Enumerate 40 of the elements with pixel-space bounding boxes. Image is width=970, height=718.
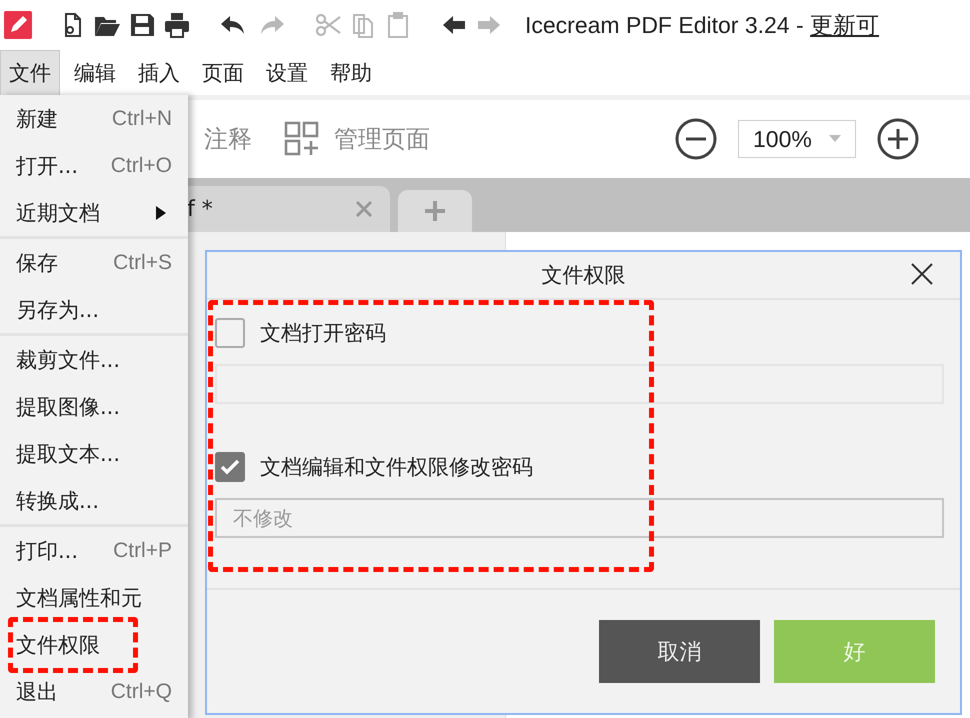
grid-plus-icon [284, 121, 320, 157]
cancel-button[interactable]: 取消 [599, 620, 760, 683]
menu-item[interactable]: 裁剪文件... [0, 336, 188, 383]
menu-item[interactable]: 提取文本... [0, 430, 188, 477]
manage-pages-tab[interactable]: 管理页面 [334, 123, 430, 155]
checkbox-label: 文档编辑和文件权限修改密码 [260, 454, 533, 481]
checkbox[interactable] [215, 318, 245, 348]
print-icon[interactable] [163, 11, 191, 39]
menu-item[interactable]: 转换成... [0, 477, 188, 524]
menu-item[interactable]: 打印... Ctrl+P [0, 527, 188, 574]
caret-icon [829, 135, 841, 143]
menu-item[interactable]: 插入 [130, 50, 188, 94]
menu-item[interactable]: 新建 Ctrl+N [0, 95, 188, 142]
zoom-dropdown[interactable]: 100% [738, 120, 856, 158]
menu-item[interactable]: 提取图像... [0, 383, 188, 430]
menu-item[interactable]: 打开... Ctrl+O [0, 142, 188, 189]
menu-item[interactable]: 文件 [0, 50, 60, 96]
tab-label: f * [187, 196, 213, 222]
dialog-title: 文件权限 [542, 262, 626, 289]
menu-item[interactable]: 文件权限 [0, 621, 188, 668]
menu-item[interactable]: 保存 Ctrl+S [0, 239, 188, 286]
plus-icon [424, 200, 446, 222]
zoom-in-icon[interactable] [876, 117, 920, 161]
menu-item[interactable]: 另存为... [0, 286, 188, 333]
menu-item[interactable]: 文档属性和元 [0, 574, 188, 621]
window-title: Icecream PDF Editor 3.24 - 更新可 [525, 10, 880, 40]
menu-item[interactable]: 编辑 [66, 50, 124, 94]
annotate-tab[interactable]: 注释 [204, 123, 252, 155]
checkbox[interactable] [215, 452, 245, 482]
update-link[interactable]: 更新可 [810, 12, 880, 38]
close-icon[interactable] [910, 262, 934, 286]
menu-item[interactable]: 页面 [194, 50, 252, 94]
menu-item[interactable]: 退出 Ctrl+Q [0, 668, 188, 715]
menu-item[interactable]: 帮助 [322, 50, 380, 94]
zoom-out-icon[interactable] [674, 117, 718, 161]
password-field[interactable]: 不修改 [215, 498, 944, 538]
save-icon[interactable] [128, 11, 156, 39]
checkbox-label: 文档打开密码 [260, 320, 386, 347]
pencil-logo-icon[interactable] [4, 11, 32, 39]
menu-item[interactable]: 设置 [258, 50, 316, 94]
